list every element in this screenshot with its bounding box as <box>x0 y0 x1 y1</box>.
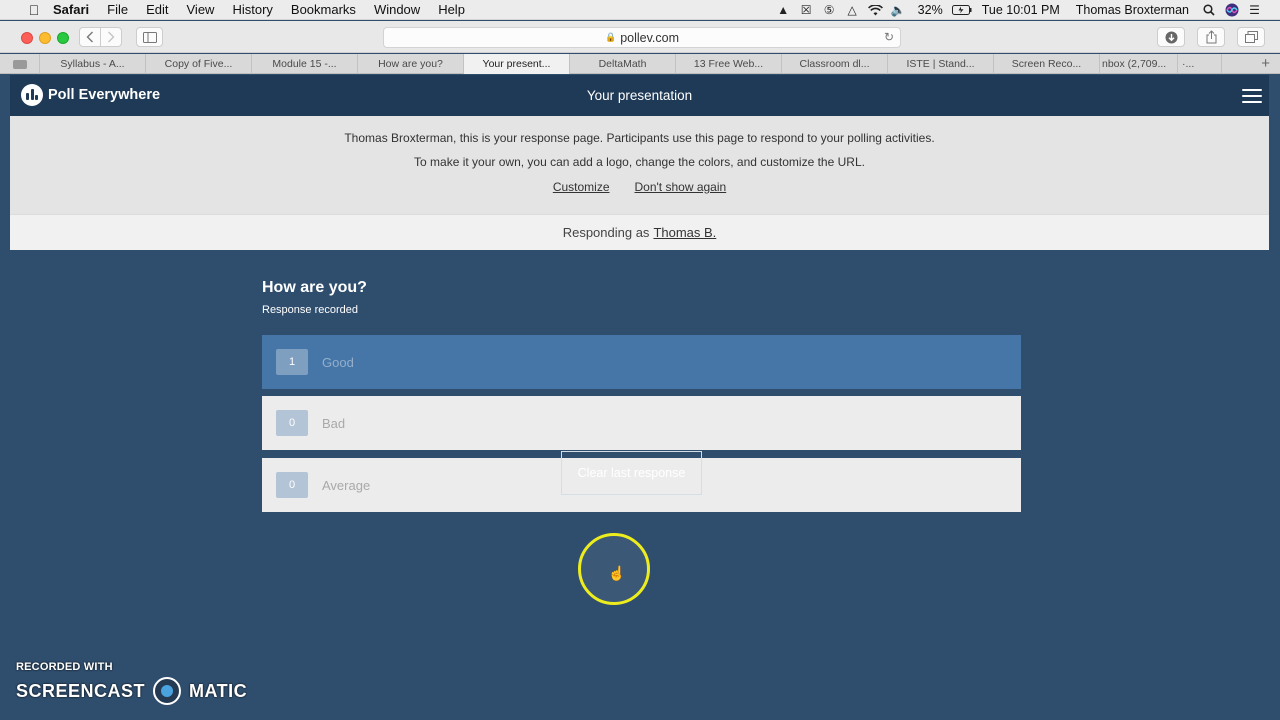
poll-option-bad[interactable]: 0 Bad <box>262 396 1021 450</box>
pointer-hand-icon: ☝ <box>608 565 626 581</box>
notice-links: Customize Don't show again <box>10 180 1269 194</box>
response-status: Response recorded <box>262 304 359 316</box>
mac-menu-bar:  Safari File Edit View History Bookmark… <box>0 0 1280 20</box>
wifi-icon[interactable] <box>864 0 887 20</box>
clock[interactable]: Tue 10:01 PM <box>974 3 1068 17</box>
menu-view[interactable]: View <box>178 2 224 17</box>
tab-classroom[interactable]: Classroom dl... <box>782 54 888 74</box>
option-count: 0 <box>276 410 308 436</box>
siri-icon[interactable] <box>1220 0 1243 20</box>
tab-syllabus[interactable]: Syllabus - A... <box>40 54 146 74</box>
notice-line-2: To make it your own, you can add a logo,… <box>414 155 865 169</box>
notice-line-1: Thomas Broxterman, this is your response… <box>344 131 935 145</box>
user-name[interactable]: Thomas Broxterman <box>1068 3 1197 17</box>
tab-13-free-web[interactable]: 13 Free Web... <box>676 54 782 74</box>
responder-name-link[interactable]: Thomas B. <box>653 225 716 240</box>
apple-icon[interactable]:  <box>24 2 44 18</box>
search-icon[interactable] <box>1197 0 1220 20</box>
reload-icon[interactable]: ↻ <box>884 30 894 44</box>
tab-bar: Syllabus - A... Copy of Five... Module 1… <box>0 54 1280 74</box>
download-icon <box>1165 31 1177 43</box>
screen:  Safari File Edit View History Bookmark… <box>0 0 1280 720</box>
screencast-o-matic-watermark: RECORDED WITH SCREENCAST MATIC <box>16 661 247 705</box>
tabs-overview-button[interactable] <box>1237 27 1265 47</box>
option-label: Average <box>322 477 371 493</box>
watermark-right: MATIC <box>189 680 248 701</box>
app-header: Poll Everywhere Your presentation <box>10 75 1269 116</box>
downloads-button[interactable] <box>1157 27 1185 47</box>
share-button[interactable] <box>1197 27 1225 47</box>
menu-history[interactable]: History <box>223 2 281 17</box>
close-window-button[interactable] <box>21 32 33 44</box>
tabs-icon <box>1244 31 1258 43</box>
tab-deltamath[interactable]: DeltaMath <box>570 54 676 74</box>
menu-app-safari[interactable]: Safari <box>44 2 98 17</box>
x-icon[interactable]: ☒ <box>795 0 818 20</box>
poll-area: How are you? Response recorded 1 Good 0 … <box>262 279 1021 512</box>
new-tab-button[interactable]: + <box>1222 54 1280 73</box>
page-title: Your presentation <box>586 88 693 103</box>
response-page-notice: Thomas Broxterman, this is your response… <box>10 116 1269 214</box>
zoom-window-button[interactable] <box>57 32 69 44</box>
option-count: 1 <box>276 349 308 375</box>
clear-last-response-button[interactable]: Clear last response <box>561 451 702 495</box>
option-label: Bad <box>322 415 346 431</box>
pinned-tab-youtube[interactable] <box>0 54 40 74</box>
tab-module-15[interactable]: Module 15 -... <box>252 54 358 74</box>
tab-inbox[interactable]: nbox (2,709... <box>1100 54 1178 74</box>
tab-your-presentation[interactable]: Your present... <box>464 54 570 74</box>
responding-as-label: Responding as <box>562 225 650 240</box>
menu-file[interactable]: File <box>98 2 137 17</box>
poll-option-good[interactable]: 1 Good <box>262 335 1021 389</box>
sidebar-icon <box>142 31 157 43</box>
sidebar-toggle-button[interactable] <box>136 27 163 47</box>
hamburger-menu-icon[interactable] <box>1242 89 1262 103</box>
five-icon[interactable]: ⑤ <box>818 0 841 20</box>
share-icon <box>1206 30 1216 44</box>
youtube-icon <box>12 59 27 69</box>
battery-icon[interactable] <box>951 0 974 20</box>
chevron-right-icon <box>108 31 115 43</box>
option-count: 0 <box>276 472 308 498</box>
tab-screen-recording[interactable]: Screen Reco... <box>994 54 1100 74</box>
option-label: Good <box>322 354 354 370</box>
dont-show-again-link[interactable]: Don't show again <box>635 180 727 194</box>
record-dot-icon <box>153 677 182 705</box>
vpn-icon[interactable]: △ <box>841 0 864 20</box>
menu-window[interactable]: Window <box>365 2 429 17</box>
address-bar[interactable]: 🔒 pollev.com ↻ <box>383 27 901 48</box>
responding-as-bar: Responding as Thomas B. <box>10 214 1269 250</box>
minimize-window-button[interactable] <box>39 32 51 44</box>
menu-bookmarks[interactable]: Bookmarks <box>282 2 365 17</box>
lock-icon: 🔒 <box>604 32 617 42</box>
forward-button[interactable] <box>100 27 122 47</box>
web-page: Poll Everywhere Your presentation Thomas… <box>10 75 1269 720</box>
watermark-logo: SCREENCAST MATIC <box>16 677 247 705</box>
tab-iste[interactable]: ISTE | Stand... <box>888 54 994 74</box>
watermark-recorded-with: RECORDED WITH <box>16 661 113 673</box>
back-button[interactable] <box>79 27 101 47</box>
tab-copy-of-five[interactable]: Copy of Five... <box>146 54 252 74</box>
watermark-left: SCREENCAST <box>16 680 146 701</box>
tab-how-are-you[interactable]: How are you? <box>358 54 464 74</box>
drive-icon[interactable]: ▲ <box>772 0 795 20</box>
volume-icon[interactable]: 🔈 <box>887 0 910 20</box>
chevron-left-icon <box>86 31 93 43</box>
list-icon[interactable]: ☰ <box>1243 0 1266 20</box>
safari-toolbar: 🔒 pollev.com ↻ <box>0 21 1280 53</box>
menu-help[interactable]: Help <box>429 2 474 17</box>
menu-edit[interactable]: Edit <box>137 2 177 17</box>
battery-percent: 32% <box>917 3 943 17</box>
status-area: ▲ ☒ ⑤ △ 🔈 32% Tue 10:01 PM Thomas Broxte… <box>772 0 1280 20</box>
address-url: pollev.com <box>620 30 680 45</box>
poll-question: How are you? <box>262 279 367 296</box>
tab-overflow[interactable]: ·... <box>1178 54 1222 74</box>
customize-link[interactable]: Customize <box>553 180 610 194</box>
